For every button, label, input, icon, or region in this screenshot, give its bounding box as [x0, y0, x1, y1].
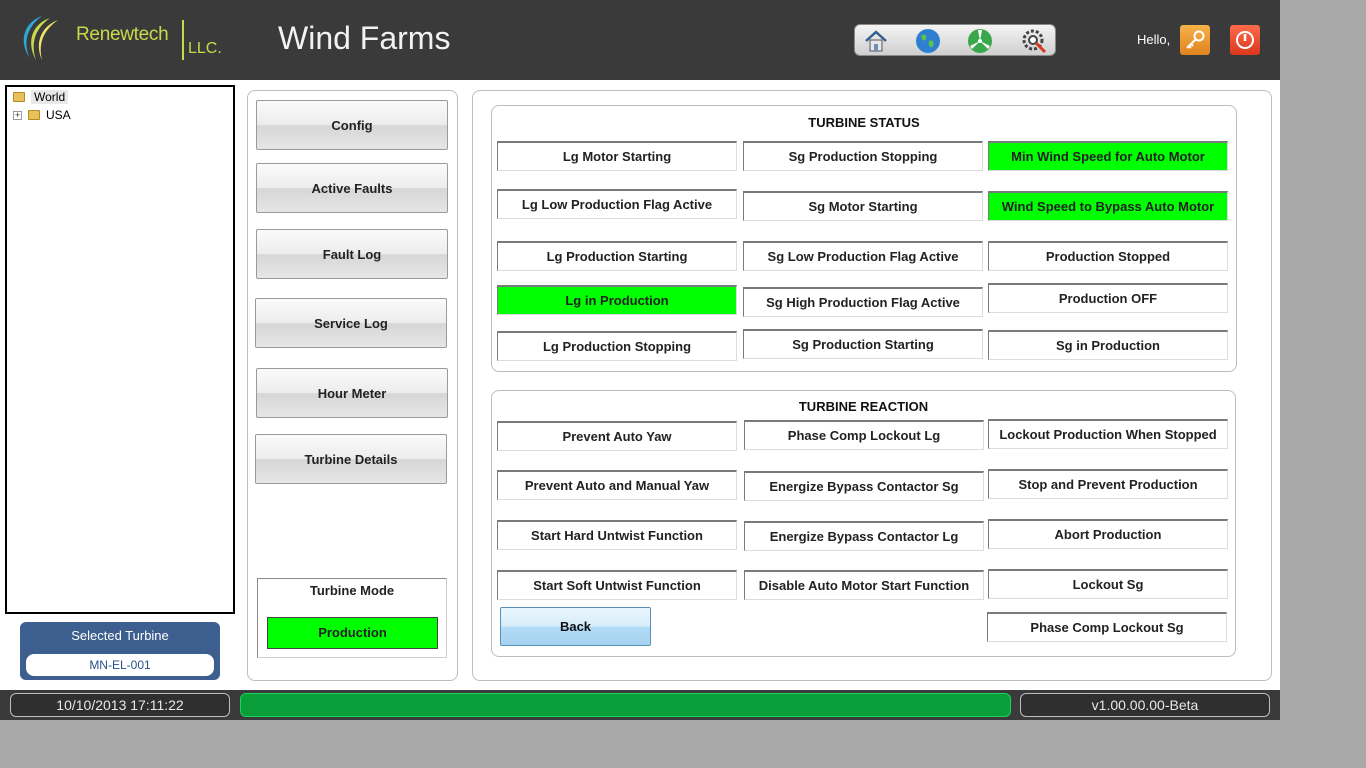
reaction-flag-7: Start Hard Untwist Function [497, 520, 737, 550]
status-flag-15: Sg in Production [988, 330, 1228, 360]
site-tree: World + USA [5, 85, 235, 614]
hour-meter-button[interactable]: Hour Meter [256, 368, 448, 418]
status-flag-13: Lg Production Stopping [497, 331, 737, 361]
status-flag-7: Lg Production Starting [497, 241, 737, 271]
status-flag-3: Min Wind Speed for Auto Motor [988, 141, 1228, 171]
version-display: v1.00.00.00-Beta [1020, 693, 1270, 717]
tree-node-label: USA [46, 108, 71, 122]
desktop-background [1280, 0, 1366, 768]
header-bar: Renewtech LLC. Wind Farms Hello, [0, 0, 1280, 80]
navigation-toolbar [854, 24, 1056, 56]
logo-name: Renewtech [76, 24, 169, 45]
status-flag-8: Sg Low Production Flag Active [743, 241, 983, 271]
status-flag-1: Lg Motor Starting [497, 141, 737, 171]
status-flag-10: Lg in Production [497, 285, 737, 315]
turbine-mode-value: Production [267, 617, 438, 649]
turbine-reaction-title: TURBINE REACTION [798, 399, 929, 414]
status-flag-6: Wind Speed to Bypass Auto Motor [988, 191, 1228, 221]
selected-turbine-box: Selected Turbine MN-EL-001 [20, 622, 220, 680]
service-log-button[interactable]: Service Log [255, 298, 447, 348]
fault-log-button[interactable]: Fault Log [256, 229, 448, 279]
key-icon [1186, 30, 1205, 49]
power-button[interactable] [1230, 25, 1260, 55]
reaction-flag-6: Stop and Prevent Production [988, 469, 1228, 499]
selected-turbine-title: Selected Turbine [71, 628, 169, 643]
status-flag-9: Production Stopped [988, 241, 1228, 271]
folder-icon [13, 92, 25, 102]
power-icon [1236, 31, 1254, 49]
status-flag-5: Sg Motor Starting [743, 191, 983, 221]
reaction-flag-13: Phase Comp Lockout Sg [987, 612, 1227, 642]
user-key-button[interactable] [1180, 25, 1210, 55]
status-flag-11: Sg High Production Flag Active [743, 287, 983, 317]
page-title: Wind Farms [278, 20, 451, 56]
settings-tools-button[interactable] [1017, 26, 1051, 56]
status-bar: 10/10/2013 17:11:22 v1.00.00.00-Beta [0, 690, 1280, 720]
status-flag-14: Sg Production Starting [743, 329, 983, 359]
turbine-details-button[interactable]: Turbine Details [255, 434, 447, 484]
turbine-icon [968, 29, 992, 53]
logo-divider [182, 20, 184, 60]
selected-turbine-id: MN-EL-001 [26, 654, 214, 676]
logo-swoosh-icon [23, 16, 58, 60]
reaction-flag-3: Lockout Production When Stopped [988, 419, 1228, 449]
globe-button[interactable] [911, 26, 945, 56]
reaction-flag-12: Lockout Sg [988, 569, 1228, 599]
tree-node-usa[interactable]: + USA [13, 108, 71, 122]
tree-node-label: World [31, 90, 69, 104]
progress-bar [240, 693, 1011, 717]
expand-icon[interactable]: + [13, 110, 22, 120]
reaction-flag-11: Disable Auto Motor Start Function [744, 570, 984, 600]
settings-tools-icon [1022, 29, 1047, 54]
status-flag-4: Lg Low Production Flag Active [497, 189, 737, 219]
turbine-status-title: TURBINE STATUS [808, 115, 920, 130]
logo-suffix: LLC. [188, 40, 222, 57]
config-button[interactable]: Config [256, 100, 448, 150]
folder-icon [28, 110, 40, 120]
reaction-flag-8: Energize Bypass Contactor Lg [744, 521, 984, 551]
status-flag-2: Sg Production Stopping [743, 141, 983, 171]
datetime-display: 10/10/2013 17:11:22 [10, 693, 230, 717]
company-logo: Renewtech LLC. [12, 8, 232, 68]
reaction-flag-10: Start Soft Untwist Function [497, 570, 737, 600]
tree-node-world[interactable]: World [13, 90, 69, 104]
turbine-button[interactable] [963, 26, 997, 56]
reaction-flag-2: Phase Comp Lockout Lg [744, 420, 984, 450]
turbine-mode-box: Turbine Mode Production [257, 578, 447, 658]
reaction-flag-1: Prevent Auto Yaw [497, 421, 737, 451]
greeting-text: Hello, [1137, 32, 1171, 47]
back-button[interactable]: Back [500, 607, 651, 646]
reaction-flag-5: Energize Bypass Contactor Sg [744, 471, 984, 501]
globe-icon [916, 29, 940, 53]
turbine-mode-title: Turbine Mode [309, 583, 395, 598]
reaction-flag-4: Prevent Auto and Manual Yaw [497, 470, 737, 500]
app-window: Renewtech LLC. Wind Farms Hello, World +… [0, 0, 1280, 720]
active-faults-button[interactable]: Active Faults [256, 163, 448, 213]
reaction-flag-9: Abort Production [988, 519, 1228, 549]
home-button[interactable] [859, 26, 893, 56]
home-icon [865, 30, 887, 52]
status-flag-12: Production OFF [988, 283, 1228, 313]
